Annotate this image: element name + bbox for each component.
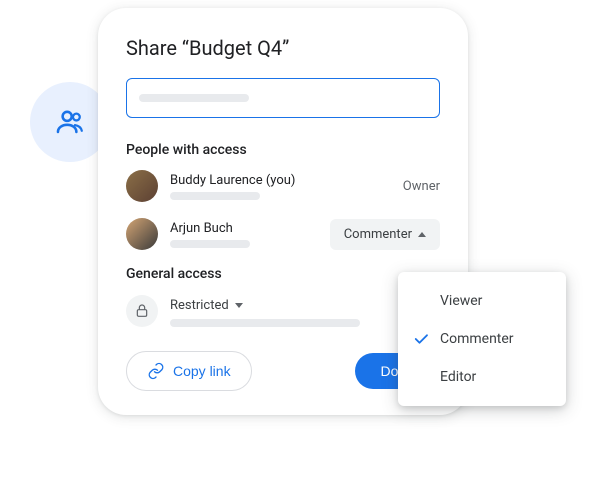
person-name: Buddy Laurence (you) <box>170 173 403 188</box>
role-option-label: Viewer <box>440 293 482 309</box>
email-skeleton <box>170 192 260 200</box>
role-option-label: Editor <box>440 369 476 385</box>
link-icon <box>147 362 165 380</box>
check-placeholder <box>412 292 430 310</box>
role-dropdown-label: Commenter <box>344 227 412 242</box>
add-people-input[interactable] <box>126 78 440 118</box>
general-access-section: General access Restricted <box>126 266 440 327</box>
avatar <box>126 170 158 202</box>
person-row: Buddy Laurence (you) Owner <box>126 170 440 202</box>
person-info: Buddy Laurence (you) <box>170 173 403 200</box>
role-dropdown[interactable]: Commenter <box>330 219 440 250</box>
avatar <box>126 218 158 250</box>
dialog-footer: Copy link Done <box>126 351 440 391</box>
general-access-heading: General access <box>126 266 440 282</box>
person-info: Arjun Buch <box>170 221 330 248</box>
person-row: Arjun Buch Commenter <box>126 218 440 250</box>
input-placeholder-skeleton <box>139 94 249 102</box>
caret-down-icon <box>235 303 243 308</box>
role-menu: Viewer Commenter Editor <box>398 272 566 406</box>
owner-label: Owner <box>403 179 440 194</box>
role-option-editor[interactable]: Editor <box>398 358 566 396</box>
person-name: Arjun Buch <box>170 221 330 236</box>
general-access-row: Restricted <box>126 294 440 327</box>
access-level-dropdown[interactable]: Restricted <box>170 298 243 313</box>
lock-icon-badge <box>126 295 158 327</box>
access-description-skeleton <box>170 319 360 327</box>
dialog-title: Share “Budget Q4” <box>126 36 440 60</box>
check-placeholder <box>412 368 430 386</box>
caret-up-icon <box>418 232 426 237</box>
copy-link-label: Copy link <box>173 363 231 379</box>
copy-link-button[interactable]: Copy link <box>126 351 252 391</box>
access-level-label: Restricted <box>170 298 229 313</box>
people-with-access-heading: People with access <box>126 142 440 158</box>
check-icon <box>412 330 430 348</box>
lock-icon <box>134 303 150 319</box>
people-icon <box>53 105 87 139</box>
role-option-viewer[interactable]: Viewer <box>398 282 566 320</box>
role-option-label: Commenter <box>440 331 514 347</box>
email-skeleton <box>170 240 250 248</box>
role-option-commenter[interactable]: Commenter <box>398 320 566 358</box>
